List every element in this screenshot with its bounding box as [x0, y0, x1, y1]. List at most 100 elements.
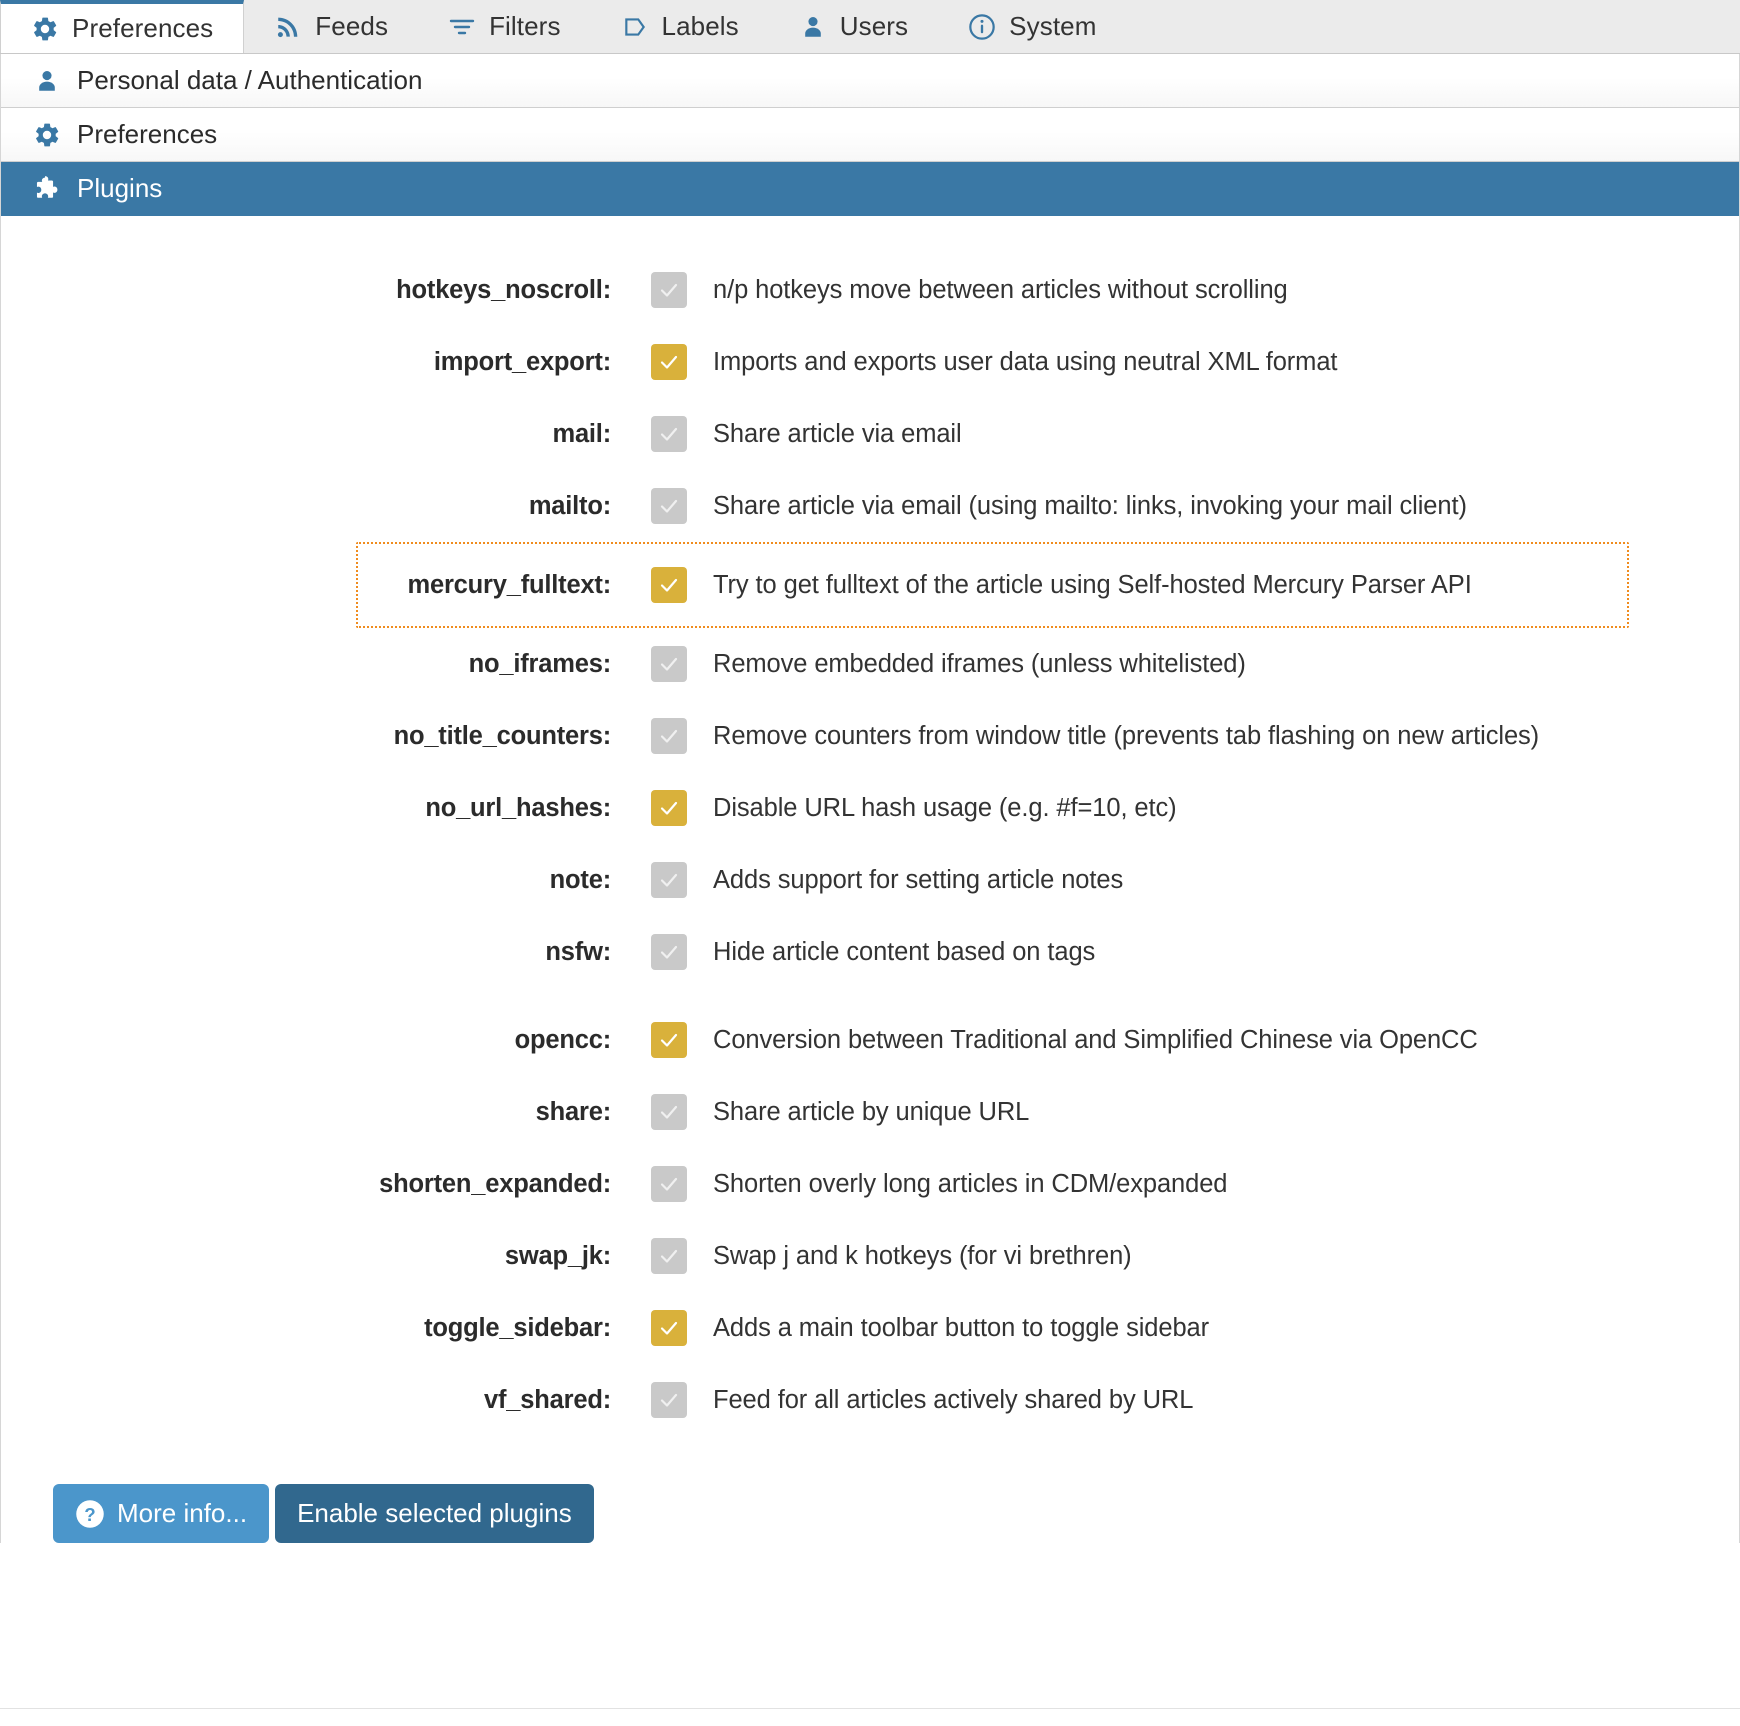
plugin-row: swap_jk: Swap j and k hotkeys (for vi bre… — [1, 1220, 1739, 1292]
plugin-row: shorten_expanded: Shorten overly long art… — [1, 1148, 1739, 1220]
plugin-row: vf_shared: Feed for all articles actively… — [1, 1364, 1739, 1436]
plugin-name: share: — [535, 1097, 612, 1126]
plugin-checkbox[interactable] — [651, 718, 687, 754]
plugin-name: opencc: — [514, 1025, 612, 1054]
puzzle-icon — [33, 175, 61, 203]
plugin-checkbox[interactable] — [651, 790, 687, 826]
plugin-row: note: Adds support for setting article no… — [1, 844, 1739, 916]
rss-icon — [274, 13, 302, 41]
plugin-name: swap_jk: — [504, 1241, 611, 1270]
plugin-name: import_export: — [433, 347, 611, 376]
plugin-row: no_iframes: Remove embedded iframes (unle… — [1, 628, 1739, 700]
plugin-name: shorten_expanded: — [379, 1169, 611, 1198]
plugin-description: Share article by unique URL — [713, 1097, 1030, 1126]
plugin-name: mail: — [552, 419, 611, 448]
tag-icon — [621, 13, 649, 41]
plugin-checkbox[interactable] — [651, 1238, 687, 1274]
tab-system[interactable]: System — [938, 0, 1126, 53]
svg-text:?: ? — [84, 1503, 95, 1524]
gear-icon — [33, 121, 61, 149]
section-preferences[interactable]: Preferences — [1, 108, 1739, 162]
plugin-checkbox[interactable] — [651, 862, 687, 898]
plugin-name: vf_shared: — [484, 1385, 611, 1414]
main-tabbar: Preferences Feeds Filters Labels Users System — [0, 0, 1740, 54]
tab-feeds[interactable]: Feeds — [244, 0, 418, 53]
plugin-row: mail: Share article via email — [1, 398, 1739, 470]
tab-label: Labels — [661, 11, 739, 41]
enable-selected-plugins-label: Enable selected plugins — [297, 1498, 572, 1528]
tab-preferences[interactable]: Preferences — [0, 0, 245, 53]
tab-label: System — [1009, 11, 1097, 41]
plugin-description: Remove counters from window title (preve… — [713, 721, 1540, 750]
tab-labels[interactable]: Labels — [591, 0, 769, 53]
plugin-checkbox[interactable] — [651, 646, 687, 682]
plugin-row: import_export: Imports and exports user d… — [1, 326, 1739, 398]
tab-filters[interactable]: Filters — [418, 0, 590, 53]
plugin-checkbox[interactable] — [651, 1310, 687, 1346]
plugin-row: toggle_sidebar: Adds a main toolbar butto… — [1, 1292, 1739, 1364]
plugin-checkbox[interactable] — [651, 567, 687, 603]
section-label: Personal data / Authentication — [77, 65, 423, 95]
plugin-description: Adds support for setting article notes — [713, 865, 1124, 894]
plugin-checkbox[interactable] — [651, 272, 687, 308]
plugin-description: Swap j and k hotkeys (for vi brethren) — [713, 1241, 1132, 1270]
tab-label: Filters — [489, 11, 561, 41]
plugin-description: Remove embedded iframes (unless whitelis… — [713, 649, 1246, 678]
plugin-row: nsfw: Hide article content based on tags — [1, 916, 1739, 988]
plugin-description: Share article via email (using mailto: l… — [713, 491, 1467, 520]
plugin-row: mercury_fulltext: Try to get fulltext of … — [1, 542, 1739, 628]
plugin-name: note: — [549, 865, 612, 894]
plugin-list: hotkeys_noscroll: n/p hotkeys move betwee… — [1, 216, 1739, 1446]
plugin-name: no_url_hashes: — [425, 793, 611, 822]
gear-icon — [31, 15, 59, 43]
user-icon — [33, 67, 61, 95]
plugin-description: Share article via email — [713, 419, 962, 448]
plugin-name: no_iframes: — [468, 649, 612, 678]
more-info-label: More info... — [117, 1498, 248, 1528]
plugin-checkbox[interactable] — [651, 1022, 687, 1058]
action-button-bar: ? More info... Enable selected plugins — [1, 1446, 1739, 1543]
plugin-description: Adds a main toolbar button to toggle sid… — [713, 1313, 1210, 1342]
plugin-checkbox[interactable] — [651, 1166, 687, 1202]
plugin-checkbox[interactable] — [651, 934, 687, 970]
tab-label: Feeds — [315, 11, 389, 41]
plugin-description: Hide article content based on tags — [713, 937, 1096, 966]
plugin-description: Disable URL hash usage (e.g. #f=10, etc) — [713, 793, 1177, 822]
plugin-name: mercury_fulltext: — [407, 570, 611, 599]
plugin-description: Shorten overly long articles in CDM/expa… — [713, 1169, 1228, 1198]
user-icon — [799, 13, 827, 41]
info-icon — [968, 13, 996, 41]
section-label: Plugins — [77, 173, 163, 203]
plugin-name: nsfw: — [545, 937, 611, 966]
tab-label: Users — [839, 11, 909, 41]
tab-label: Preferences — [72, 13, 214, 43]
plugin-description: Feed for all articles actively shared by… — [713, 1385, 1194, 1414]
tab-users[interactable]: Users — [769, 0, 938, 53]
plugin-checkbox[interactable] — [651, 1094, 687, 1130]
plugin-name: mailto: — [528, 491, 611, 520]
section-plugins[interactable]: Plugins — [1, 162, 1739, 216]
plugin-name: hotkeys_noscroll: — [396, 275, 611, 304]
plugin-checkbox[interactable] — [651, 344, 687, 380]
section-personal-data-authentication[interactable]: Personal data / Authentication — [1, 54, 1739, 108]
plugin-checkbox[interactable] — [651, 416, 687, 452]
plugin-row: hotkeys_noscroll: n/p hotkeys move betwee… — [1, 254, 1739, 326]
footer-strip — [0, 1708, 1740, 1726]
plugin-list-panel: hotkeys_noscroll: n/p hotkeys move betwee… — [0, 216, 1740, 1543]
plugin-row: no_url_hashes: Disable URL hash usage (e.… — [1, 772, 1739, 844]
plugins-preferences-page: Preferences Feeds Filters Labels Users System… — [0, 0, 1740, 1726]
plugin-row: opencc: Conversion between Traditional an… — [1, 1004, 1739, 1076]
plugin-row: mailto: Share article via email (using ma… — [1, 470, 1739, 542]
question-circle-icon: ? — [75, 1499, 105, 1529]
plugin-description: n/p hotkeys move between articles withou… — [713, 275, 1288, 304]
enable-selected-plugins-button[interactable]: Enable selected plugins — [275, 1484, 594, 1543]
section-label: Preferences — [77, 119, 218, 149]
settings-sections: Personal data / Authentication Preference… — [0, 54, 1740, 216]
plugin-checkbox[interactable] — [651, 488, 687, 524]
filter-icon — [448, 13, 476, 41]
plugin-row: share: Share article by unique URL — [1, 1076, 1739, 1148]
plugin-description: Try to get fulltext of the article using… — [713, 570, 1472, 599]
plugin-checkbox[interactable] — [651, 1382, 687, 1418]
more-info-button[interactable]: ? More info... — [53, 1484, 270, 1543]
plugin-name: no_title_counters: — [393, 721, 612, 750]
